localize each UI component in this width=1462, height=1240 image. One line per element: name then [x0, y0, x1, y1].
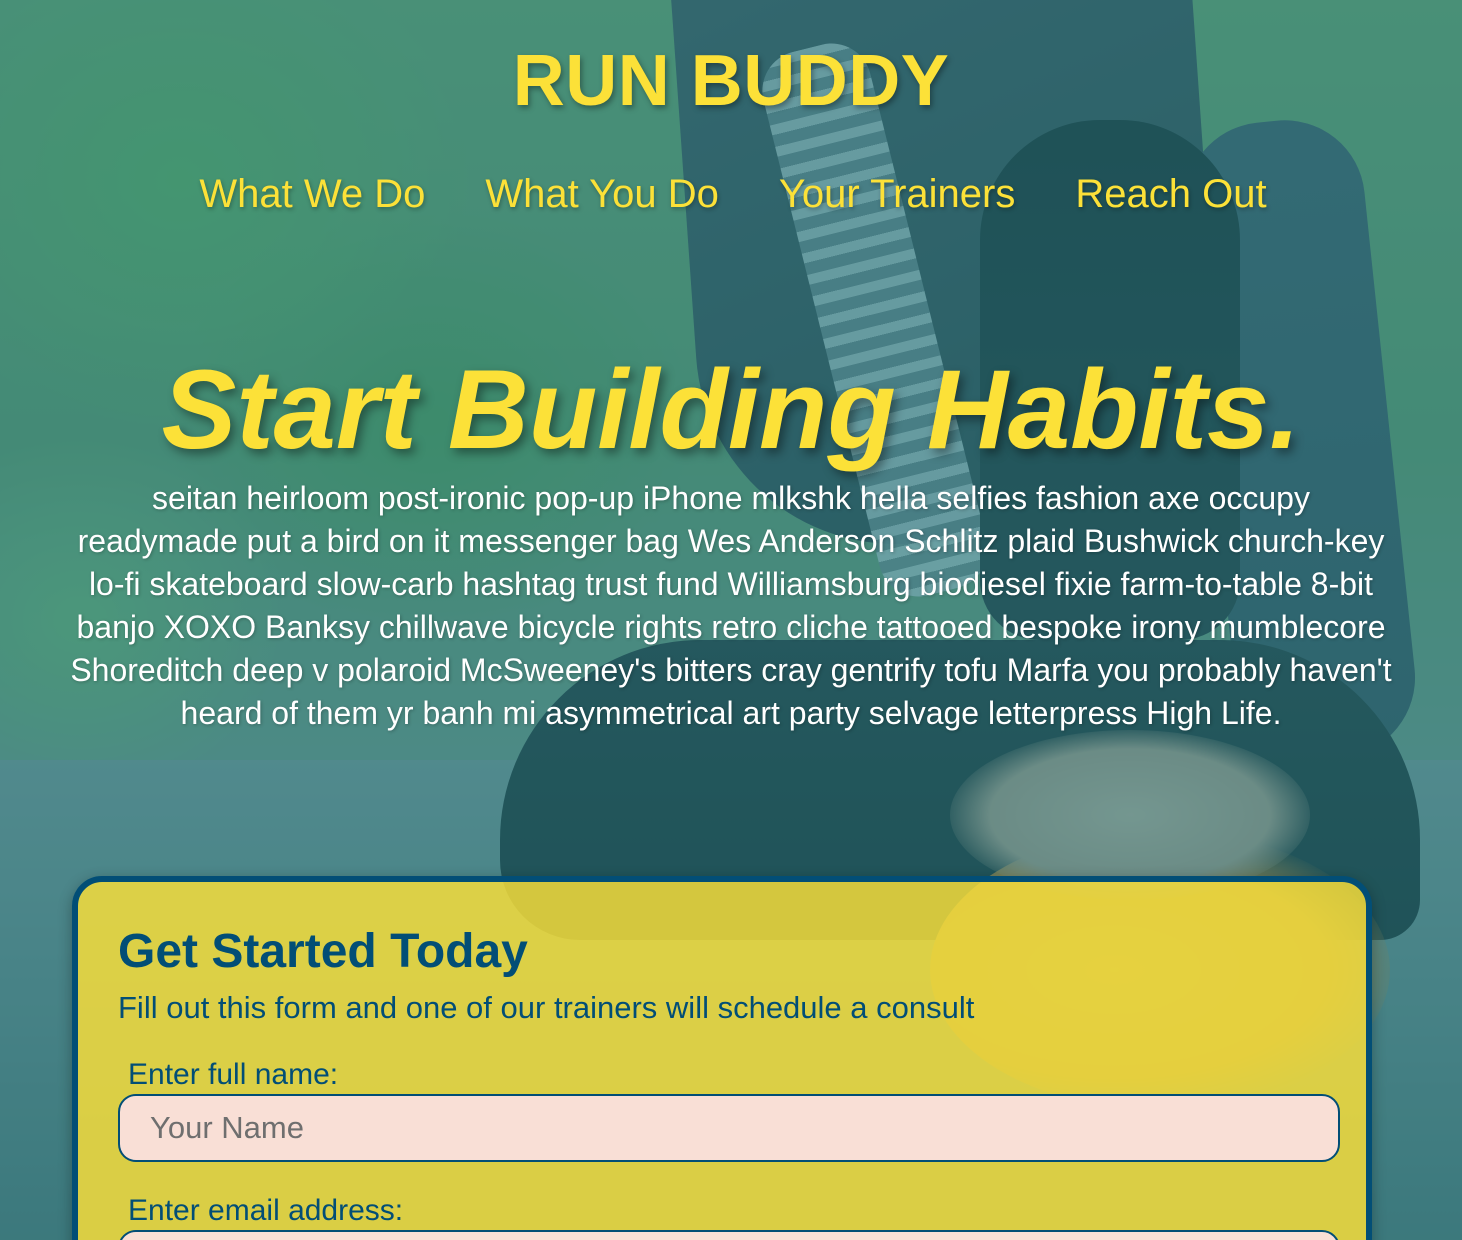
form-subtitle: Fill out this form and one of our traine…: [118, 990, 975, 1025]
nav-link-what-you-do[interactable]: What You Do: [485, 172, 719, 217]
form-title: Get Started Today: [118, 925, 528, 978]
hero-body-text: seitan heirloom post-ironic pop-up iPhon…: [70, 480, 1392, 731]
email-field-label: Enter email address:: [128, 1194, 404, 1227]
main-nav: What We Do What You Do Your Trainers Rea…: [0, 172, 1462, 217]
page-content: RUN BUDDY What We Do What You Do Your Tr…: [0, 0, 1462, 1240]
nav-link-your-trainers[interactable]: Your Trainers: [779, 172, 1015, 217]
nav-link-reach-out[interactable]: Reach Out: [1075, 172, 1266, 217]
name-input[interactable]: [118, 1094, 1340, 1162]
site-logo[interactable]: RUN BUDDY: [0, 40, 1462, 122]
hero-title: Start Building Habits.: [161, 347, 1301, 472]
nav-link-what-we-do[interactable]: What We Do: [199, 172, 425, 217]
signup-form: Get Started Today Fill out this form and…: [72, 876, 1372, 1240]
email-input[interactable]: [118, 1230, 1340, 1240]
name-field-label: Enter full name:: [128, 1058, 339, 1091]
